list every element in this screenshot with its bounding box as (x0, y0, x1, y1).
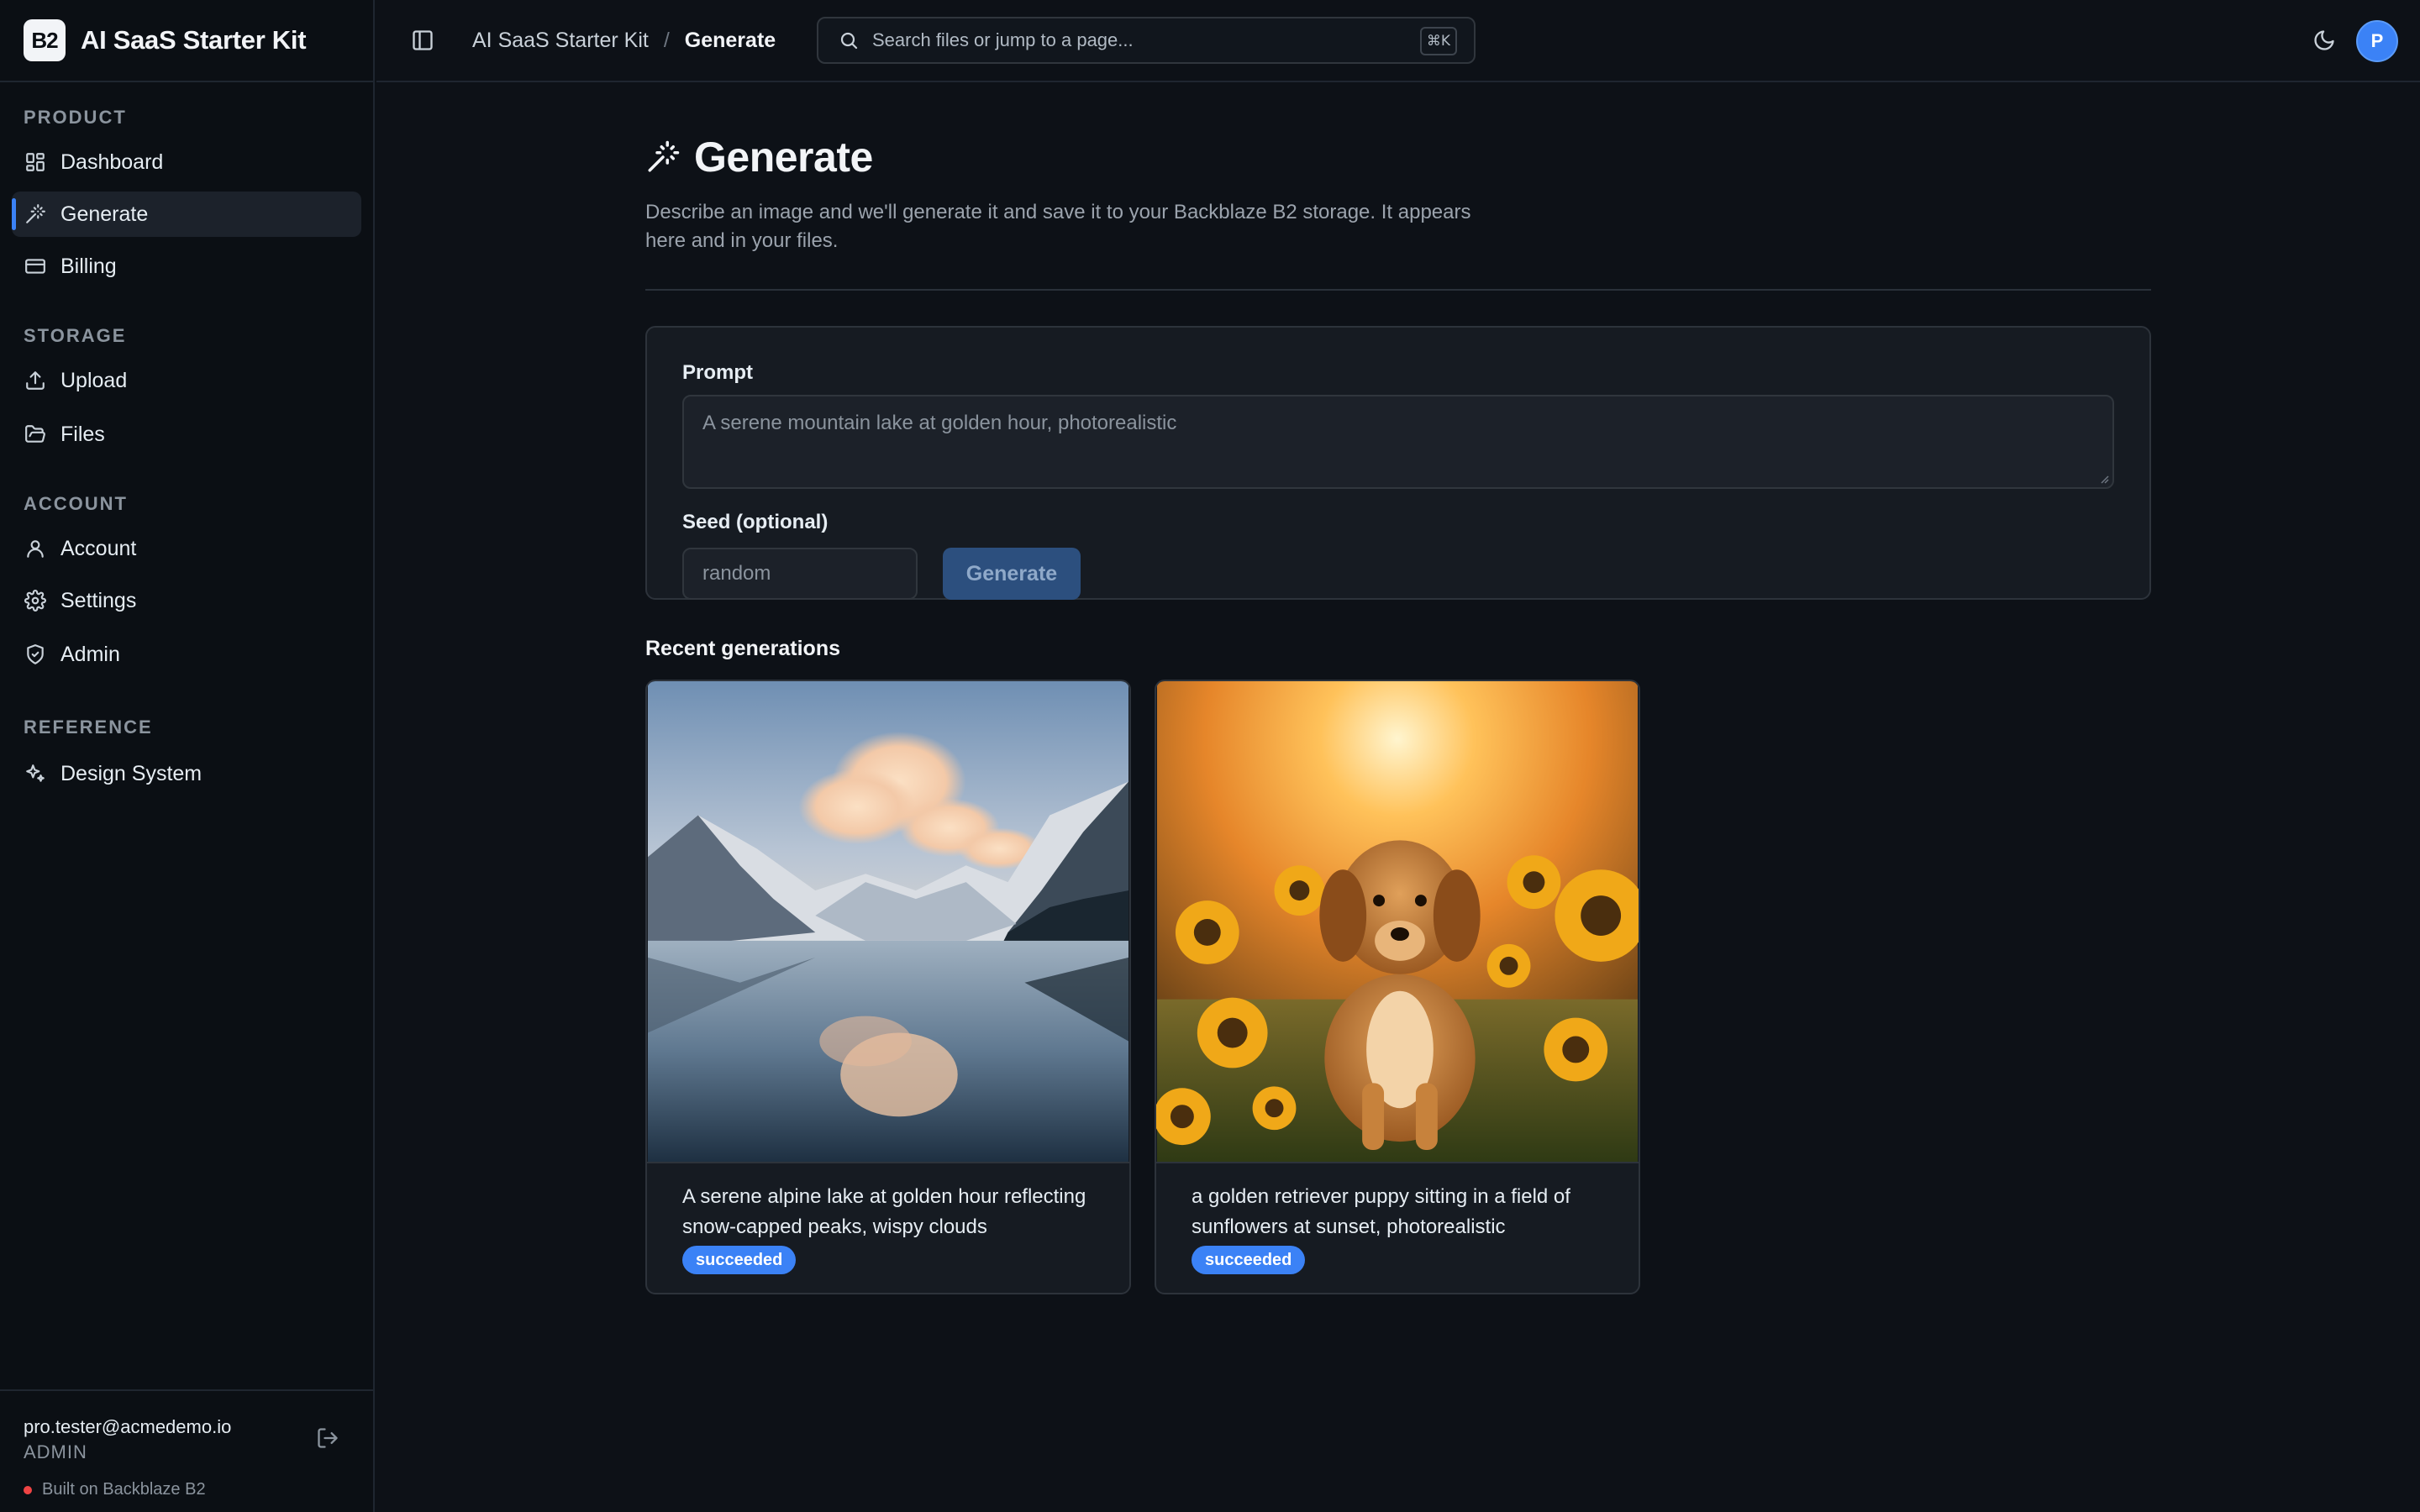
nav-section-product: PRODUCT Dashboard Generate Billing (0, 102, 373, 289)
breadcrumb: AI SaaS Starter Kit / Generate (472, 29, 776, 53)
sidebar-item-upload[interactable]: Upload (12, 358, 361, 403)
nav-heading: ACCOUNT (24, 493, 128, 514)
sidebar-item-account[interactable]: Account (12, 526, 361, 571)
sparkles-icon (24, 762, 47, 785)
sidebar-item-admin[interactable]: Admin (12, 632, 361, 677)
seed-placeholder: random (702, 562, 771, 585)
generate-form: Prompt A serene mountain lake at golden … (645, 326, 2151, 600)
main-content: Generate Describe an image and we'll gen… (645, 82, 2151, 1294)
page-header: Generate (645, 133, 2151, 181)
generation-caption: a golden retriever puppy sitting in a fi… (1192, 1185, 1570, 1238)
generate-button[interactable]: Generate (943, 548, 1081, 600)
user-email: pro.tester@acmedemo.io (24, 1416, 232, 1437)
recent-generations-list: A serene alpine lake at golden hour refl… (645, 680, 2151, 1294)
nav-section-storage: STORAGE Upload Files (0, 321, 373, 457)
user-icon (24, 537, 47, 560)
search-shortcut: ⌘K (1419, 27, 1457, 55)
shield-icon (24, 643, 47, 666)
sidebar-footer: pro.tester@acmedemo.io ADMIN Built on Ba… (0, 1389, 373, 1512)
search-input[interactable]: Search files or jump to a page... ⌘K (817, 17, 1476, 64)
built-on-label: Built on Backblaze B2 (42, 1480, 206, 1499)
nav-section-reference: REFERENCE Design System (0, 712, 373, 796)
dashboard-icon (24, 150, 47, 174)
brand-name: AI SaaS Starter Kit (81, 25, 307, 55)
folder-icon (24, 423, 47, 446)
puppy-sunflowers-image (1156, 681, 1639, 1163)
divider (645, 289, 2151, 291)
mountain-lake-image (647, 681, 1129, 1163)
page-title: Generate (694, 134, 873, 181)
nav-heading: STORAGE (24, 325, 127, 346)
avatar[interactable]: P (2356, 20, 2398, 62)
generation-card[interactable]: A serene alpine lake at golden hour refl… (645, 680, 1131, 1294)
page-description: Describe an image and we'll generate it … (645, 201, 1471, 252)
sidebar-item-label: Upload (60, 368, 128, 392)
sidebar-item-label: Generate (60, 202, 149, 226)
sidebar-item-billing[interactable]: Billing (12, 244, 361, 289)
sidebar-item-label: Settings (60, 588, 137, 612)
sidebar-item-label: Account (60, 536, 137, 560)
credit-card-icon (24, 255, 47, 278)
seed-input[interactable]: random (682, 548, 918, 600)
seed-label: Seed (optional) (682, 511, 829, 533)
prompt-textarea[interactable]: A serene mountain lake at golden hour, p… (682, 395, 2114, 489)
nav-heading: REFERENCE (24, 717, 153, 738)
breadcrumb-root[interactable]: AI SaaS Starter Kit (472, 29, 649, 53)
gear-icon (24, 589, 47, 612)
prompt-label: Prompt (682, 361, 753, 384)
status-dot (24, 1485, 32, 1494)
nav-section-account: ACCOUNT Account Settings Admin (0, 489, 373, 677)
nav-heading: PRODUCT (24, 107, 127, 128)
search-icon (840, 32, 858, 50)
sidebar-item-label: Billing (60, 254, 117, 278)
user-role: ADMIN (24, 1441, 87, 1462)
prompt-placeholder: A serene mountain lake at golden hour, p… (702, 412, 1177, 434)
sidebar-item-label: Design System (60, 761, 203, 785)
logout-icon[interactable] (316, 1426, 341, 1452)
sidebar-item-settings[interactable]: Settings (12, 578, 361, 623)
wand-icon (24, 202, 47, 226)
sidebar-toggle-icon[interactable] (410, 28, 435, 53)
sidebar-item-label: Admin (60, 642, 120, 666)
sidebar: B2 AI SaaS Starter Kit PRODUCT Dashboard… (0, 0, 375, 1512)
built-on: Built on Backblaze B2 (24, 1480, 350, 1499)
breadcrumb-current: Generate (684, 28, 776, 52)
sidebar-item-label: Dashboard (60, 150, 164, 174)
sidebar-item-files[interactable]: Files (12, 412, 361, 457)
breadcrumb-separator: / (663, 28, 670, 52)
moon-icon[interactable] (2312, 29, 2338, 54)
resize-handle-icon[interactable] (2097, 472, 2109, 484)
generation-caption: A serene alpine lake at golden hour refl… (682, 1185, 1086, 1238)
wand-icon (648, 140, 680, 172)
topbar: AI SaaS Starter Kit / Generate Search fi… (376, 0, 2420, 82)
sidebar-item-dashboard[interactable]: Dashboard (12, 139, 361, 185)
status-badge: succeeded (1192, 1246, 1306, 1274)
sidebar-item-label: Files (60, 422, 105, 446)
sidebar-item-design-system[interactable]: Design System (12, 751, 361, 796)
brand-logo: B2 (24, 19, 66, 61)
generation-card[interactable]: a golden retriever puppy sitting in a fi… (1155, 680, 1640, 1294)
brand[interactable]: B2 AI SaaS Starter Kit (0, 0, 373, 82)
recent-generations-title: Recent generations (645, 637, 841, 660)
status-badge: succeeded (682, 1246, 797, 1274)
upload-icon (24, 369, 47, 392)
search-placeholder: Search files or jump to a page... (872, 29, 1134, 50)
sidebar-item-generate[interactable]: Generate (12, 192, 361, 237)
